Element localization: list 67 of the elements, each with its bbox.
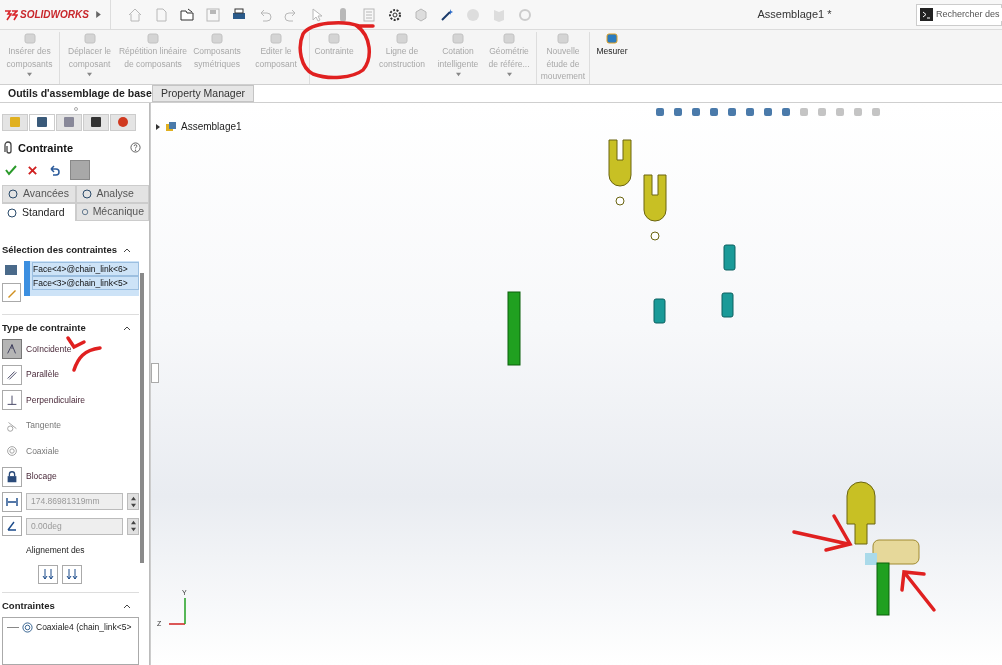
spinner-button[interactable] (127, 517, 139, 535)
assembly-icon (165, 120, 177, 133)
mates-list[interactable]: Coaxiale4 (chain_link<5> (2, 617, 139, 665)
expand-arrow-icon[interactable] (95, 11, 102, 18)
mate-type-label[interactable]: Coaxiale (26, 444, 60, 458)
filter-button[interactable] (2, 283, 21, 303)
alignment-button[interactable] (62, 564, 82, 584)
concentric-icon (22, 621, 33, 633)
settings-icon[interactable] (387, 6, 403, 23)
alignment-button[interactable] (38, 564, 58, 584)
search-field[interactable]: Rechercher des (936, 7, 1002, 22)
perpendicular-icon (5, 393, 19, 407)
help-icon[interactable] (130, 142, 141, 154)
lock-icon (5, 469, 19, 484)
mate-type-button[interactable] (2, 364, 22, 385)
coincident-icon (5, 342, 19, 356)
tree-root[interactable]: Assemblage1 (181, 119, 242, 134)
section-heading: Type de contrainte (2, 321, 86, 336)
mate-item[interactable]: Coaxiale4 (chain_link<5> (36, 621, 132, 634)
expand-arrow-icon[interactable] (155, 123, 161, 130)
scrollbar-thumb[interactable] (140, 273, 144, 563)
property-tab[interactable]: Analyse (75, 185, 149, 203)
mate-type-label[interactable]: Parallèle (26, 368, 60, 381)
anti-aligned-icon (66, 568, 78, 581)
panel-title: Contrainte (18, 140, 74, 156)
tool-icon (605, 32, 619, 45)
mate-type-label[interactable]: Coïncidente (26, 342, 72, 356)
app-logo: SOLIDWORKS (20, 8, 89, 22)
alignment-label: Alignement des (25, 544, 86, 557)
aligned-icon (42, 568, 54, 581)
panel-collapse-handle[interactable] (151, 363, 159, 383)
property-tab[interactable]: Mécanique (75, 203, 149, 221)
open-folder-icon[interactable] (179, 6, 195, 23)
up-arrow-icon[interactable] (130, 520, 136, 525)
undo-icon[interactable] (48, 164, 60, 176)
spinner-button[interactable] (127, 493, 139, 510)
collapse-chevron-icon[interactable] (123, 602, 131, 609)
paperclip-icon (2, 140, 14, 155)
distance-icon (6, 495, 18, 508)
selection-list[interactable]: Face<4>@chain_link<6> Face<3>@chain_link<5> (24, 261, 139, 297)
window-title: Assemblage1 * (757, 7, 832, 23)
logo-icon (4, 8, 18, 21)
angle-icon (6, 520, 18, 532)
cancel-icon[interactable] (27, 164, 38, 176)
terminal-icon (920, 8, 933, 21)
selection-item[interactable]: Face<4>@chain_link<6> (32, 262, 139, 277)
concentric-icon (5, 444, 19, 458)
mate-type-label[interactable]: Tangente (26, 419, 61, 432)
mate-type-button[interactable] (2, 466, 22, 487)
ribbon-tab[interactable]: Property Manager (152, 85, 255, 102)
ribbon-button[interactable]: Mesurer (592, 32, 632, 58)
section-heading: Contraintes (2, 598, 55, 613)
down-arrow-icon[interactable] (130, 527, 136, 532)
collapse-chevron-icon[interactable] (123, 325, 131, 332)
manager-tab[interactable] (29, 114, 55, 131)
up-arrow-icon[interactable] (130, 495, 136, 501)
search-box[interactable]: Rechercher des (916, 3, 1002, 26)
section-heading: Sélection des contraintes (2, 243, 118, 257)
mate-type-label[interactable]: Perpendiculaire (26, 393, 86, 407)
manager-tab[interactable] (83, 114, 109, 131)
down-arrow-icon[interactable] (130, 502, 136, 508)
selection-item[interactable]: Face<3>@chain_link<5> (32, 276, 139, 291)
property-tab[interactable]: Standard (2, 203, 76, 221)
mate-type-label[interactable]: Blocage (26, 470, 57, 483)
ok-check-icon[interactable] (5, 164, 17, 176)
property-tab[interactable]: Avancées (2, 185, 76, 203)
collapse-chevron-icon[interactable] (123, 247, 131, 254)
